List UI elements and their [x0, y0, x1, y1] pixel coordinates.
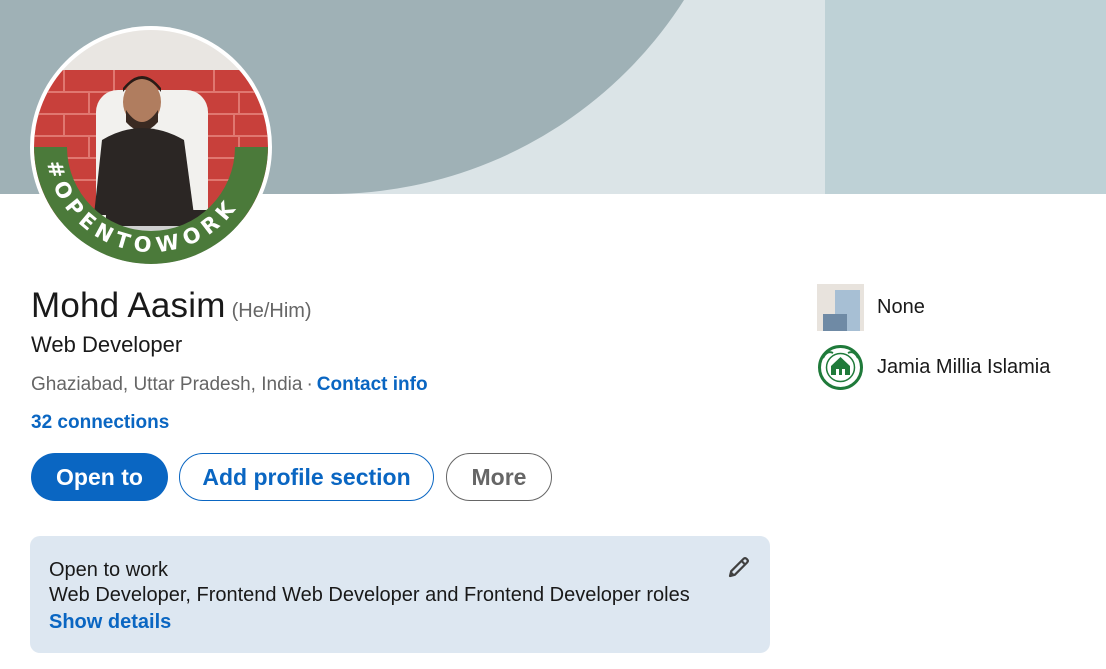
profile-avatar[interactable]: #OPENTOWORK	[30, 26, 272, 268]
connections-link[interactable]: 32 connections	[31, 412, 169, 434]
education-label: Jamia Millia Islamia	[877, 356, 1051, 378]
more-button[interactable]: More	[446, 453, 552, 501]
pencil-icon[interactable]	[727, 555, 751, 579]
company-placeholder-logo	[817, 284, 864, 331]
current-company-item[interactable]: None	[817, 284, 925, 331]
add-profile-section-button[interactable]: Add profile section	[179, 453, 434, 501]
profile-name-row: Mohd Aasim (He/Him)	[31, 286, 312, 326]
university-logo	[817, 344, 864, 391]
profile-name: Mohd Aasim	[31, 286, 226, 325]
contact-info-link[interactable]: Contact info	[317, 374, 428, 395]
avatar-photo: #OPENTOWORK	[34, 30, 268, 264]
current-company-label: None	[877, 296, 925, 318]
show-details-link[interactable]: Show details	[49, 611, 171, 634]
open-to-work-roles: Web Developer, Frontend Web Developer an…	[49, 584, 690, 606]
profile-pronouns: (He/Him)	[231, 300, 312, 322]
profile-headline: Web Developer	[31, 332, 183, 357]
separator-dot: ·	[306, 374, 313, 395]
cover-right-panel	[825, 0, 1106, 194]
open-to-button[interactable]: Open to	[31, 453, 168, 501]
open-to-work-card: Open to work Web Developer, Frontend Web…	[30, 536, 770, 653]
open-to-work-title: Open to work	[49, 559, 168, 581]
education-item[interactable]: Jamia Millia Islamia	[817, 344, 1050, 391]
profile-location-row: Ghaziabad, Uttar Pradesh, India · Contact …	[31, 374, 428, 396]
profile-location: Ghaziabad, Uttar Pradesh, India	[31, 374, 303, 395]
